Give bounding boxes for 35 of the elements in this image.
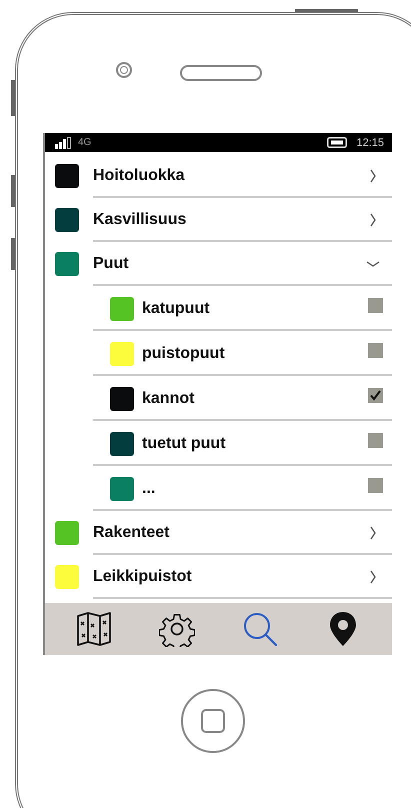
checkbox[interactable] — [368, 343, 383, 358]
category-row[interactable]: Puut — [45, 242, 392, 286]
battery-icon — [327, 137, 348, 148]
category-label: Leikkipuistot — [93, 568, 193, 586]
settings-icon[interactable] — [159, 611, 196, 647]
search-icon[interactable] — [242, 611, 278, 647]
checkbox[interactable] — [368, 478, 383, 493]
subcategory-row[interactable]: ... — [45, 466, 392, 511]
category-row[interactable]: Rakenteet — [45, 511, 392, 555]
category-label: Puut — [93, 255, 130, 273]
subcategory-row[interactable]: tuetut puut — [45, 421, 392, 466]
subcategory-row[interactable]: kannot — [45, 376, 392, 421]
category-row[interactable]: Kasvillisuus — [45, 198, 392, 242]
category-label: Rakenteet — [93, 524, 170, 542]
category-label: Hoitoluokka — [93, 167, 186, 185]
home-button[interactable] — [181, 689, 245, 753]
subcategory-label: ... — [142, 480, 156, 498]
category-row[interactable]: Hoitoluokka — [45, 154, 392, 198]
subcategory-label: kannot — [142, 390, 196, 408]
subcategory-row[interactable]: puistopuut — [45, 331, 392, 376]
network-label: 4G — [78, 137, 92, 148]
subcategory-label: puistopuut — [142, 344, 226, 362]
camera-icon — [116, 62, 132, 78]
checkbox[interactable] — [368, 388, 383, 403]
location-pin-icon[interactable] — [328, 611, 357, 647]
category-row[interactable]: Leikkipuistot — [45, 555, 392, 599]
category-label: Kasvillisuus — [93, 211, 188, 229]
signal-icon — [55, 136, 73, 148]
checkbox[interactable] — [368, 433, 383, 448]
subcategory-row[interactable]: katupuut — [45, 286, 392, 331]
subcategory-label: katupuut — [142, 300, 211, 318]
checkbox[interactable] — [368, 298, 383, 313]
clock: 12:15 — [356, 136, 384, 148]
map-icon[interactable] — [76, 612, 112, 646]
subcategory-label: tuetut puut — [142, 434, 227, 452]
